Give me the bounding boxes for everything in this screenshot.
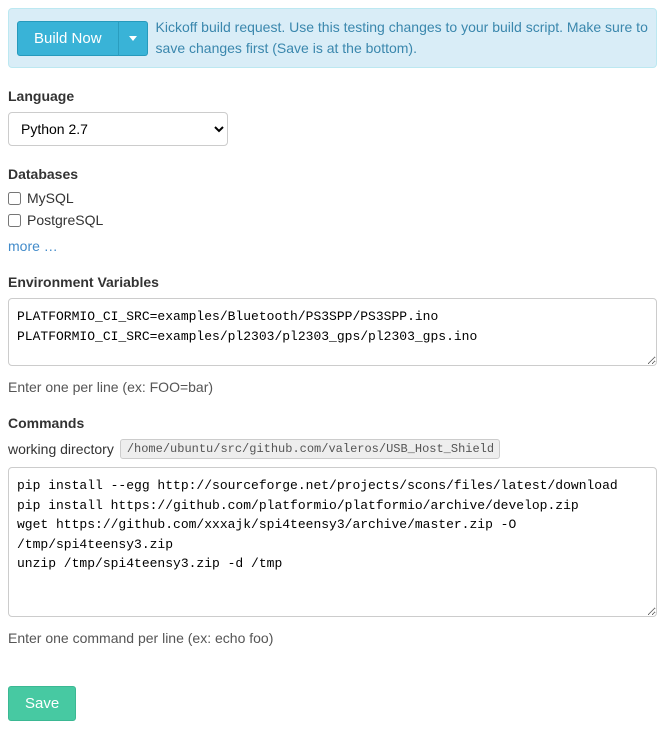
mysql-label: MySQL: [27, 190, 74, 206]
commands-section: Commands working directory Enter one com…: [8, 415, 657, 646]
database-option-mysql: MySQL: [8, 190, 657, 206]
working-directory-label: working directory: [8, 441, 114, 457]
language-label: Language: [8, 88, 657, 104]
language-select[interactable]: Python 2.7: [8, 112, 228, 146]
build-now-dropdown-toggle[interactable]: [118, 21, 148, 56]
databases-section: Databases MySQL PostgreSQL more …: [8, 166, 657, 254]
env-section: Environment Variables Enter one per line…: [8, 274, 657, 395]
build-banner: Build Now Kickoff build request. Use thi…: [8, 8, 657, 68]
mysql-checkbox[interactable]: [8, 192, 21, 205]
database-option-postgresql: PostgreSQL: [8, 212, 657, 228]
build-now-button[interactable]: Build Now: [17, 21, 119, 56]
working-directory-input[interactable]: [120, 439, 500, 459]
banner-text: Kickoff build request. Use this testing …: [156, 17, 648, 59]
env-label: Environment Variables: [8, 274, 657, 290]
databases-more-link[interactable]: more …: [8, 238, 58, 254]
working-directory-row: working directory: [8, 439, 657, 459]
databases-label: Databases: [8, 166, 657, 182]
env-vars-textarea[interactable]: [8, 298, 657, 366]
language-section: Language Python 2.7: [8, 88, 657, 146]
postgresql-checkbox[interactable]: [8, 214, 21, 227]
commands-textarea[interactable]: [8, 467, 657, 617]
commands-label: Commands: [8, 415, 657, 431]
env-hint: Enter one per line (ex: FOO=bar): [8, 379, 657, 395]
save-button[interactable]: Save: [8, 686, 76, 721]
caret-down-icon: [129, 36, 137, 41]
commands-hint: Enter one command per line (ex: echo foo…: [8, 630, 657, 646]
postgresql-label: PostgreSQL: [27, 212, 103, 228]
